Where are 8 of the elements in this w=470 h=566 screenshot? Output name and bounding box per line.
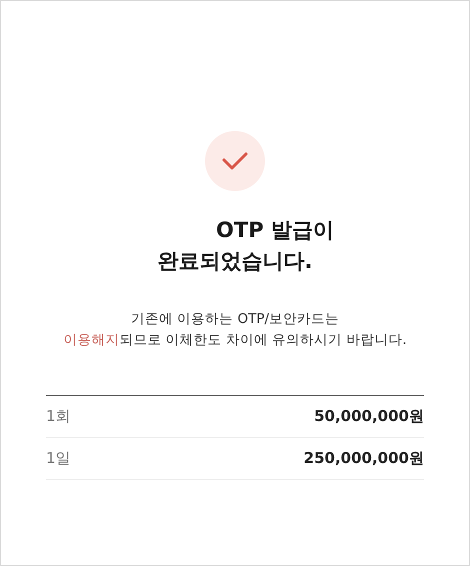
limit-value: 50,000,000원 <box>314 407 424 426</box>
title-text: 완료되었습니다. <box>158 248 312 275</box>
check-icon <box>222 152 248 170</box>
limit-value: 250,000,000원 <box>304 449 424 468</box>
title-text: OTP 발급이 <box>216 217 334 244</box>
notice-text: 기존에 이용하는 OTP/보안카드는 이용해지 되므로 이체한도 차이에 유의하시기 바랍니다. <box>63 310 407 350</box>
limit-label: 1회 <box>46 407 71 426</box>
limit-label: 1일 <box>46 449 71 468</box>
